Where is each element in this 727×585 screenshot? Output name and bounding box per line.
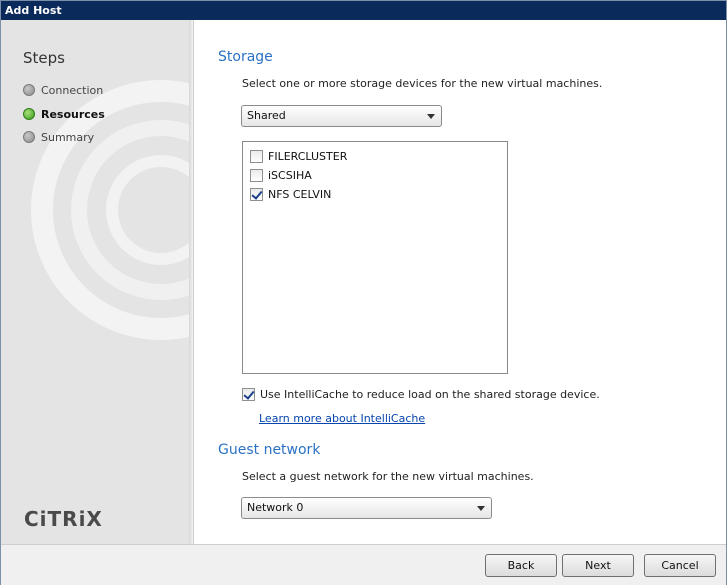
step-status-icon	[23, 108, 35, 120]
device-label: iSCSIHA	[268, 168, 312, 182]
list-item[interactable]: iSCSIHA	[250, 167, 312, 183]
learn-more-intellicache-link[interactable]: Learn more about IntelliCache	[259, 412, 425, 425]
resources-panel: Storage Select one or more storage devic…	[195, 20, 726, 544]
step-label: Connection	[41, 83, 104, 97]
intellicache-checkbox[interactable]	[242, 388, 255, 401]
step-status-icon	[23, 131, 35, 143]
device-label: NFS CELVIN	[268, 187, 332, 201]
dialog-footer: Back Next Cancel	[1, 544, 726, 585]
chevron-down-icon	[427, 114, 435, 119]
guest-network-select[interactable]: Network 0	[241, 497, 492, 519]
step-label: Resources	[41, 107, 105, 121]
storage-heading: Storage	[218, 49, 273, 65]
device-checkbox[interactable]	[250, 168, 263, 182]
device-label: FILERCLUSTER	[268, 149, 348, 163]
guest-network-heading: Guest network	[218, 442, 321, 458]
intellicache-option[interactable]: Use IntelliCache to reduce load on the s…	[242, 388, 600, 401]
cancel-button[interactable]: Cancel	[644, 554, 716, 577]
storage-description: Select one or more storage devices for t…	[242, 77, 603, 90]
device-checkbox[interactable]	[250, 149, 263, 163]
list-item[interactable]: NFS CELVIN	[250, 186, 331, 202]
storage-device-list[interactable]: FILERCLUSTER iSCSIHA NFS CELVIN	[242, 141, 508, 374]
step-label: Summary	[41, 130, 95, 144]
step-status-icon	[23, 84, 35, 96]
back-button[interactable]: Back	[485, 554, 557, 577]
next-button[interactable]: Next	[562, 554, 634, 577]
step-connection: Connection	[23, 82, 103, 98]
device-checkbox[interactable]	[250, 187, 263, 201]
list-item[interactable]: FILERCLUSTER	[250, 148, 347, 164]
add-host-dialog: Add Host Steps Connection Resources Summ…	[0, 0, 727, 585]
step-summary: Summary	[23, 129, 94, 145]
steps-sidebar: Steps Connection Resources Summary CiTRi…	[1, 20, 194, 544]
chevron-down-icon	[477, 506, 485, 511]
guest-network-value: Network 0	[247, 501, 304, 514]
storage-type-value: Shared	[247, 109, 286, 122]
storage-type-select[interactable]: Shared	[241, 105, 442, 127]
window-title: Add Host	[1, 1, 726, 20]
step-resources: Resources	[23, 106, 105, 122]
intellicache-label: Use IntelliCache to reduce load on the s…	[260, 388, 600, 401]
citrix-logo: CiTRiX	[24, 507, 103, 531]
sidebar-divider	[189, 20, 193, 544]
guest-network-description: Select a guest network for the new virtu…	[242, 470, 534, 483]
steps-heading: Steps	[23, 49, 65, 67]
